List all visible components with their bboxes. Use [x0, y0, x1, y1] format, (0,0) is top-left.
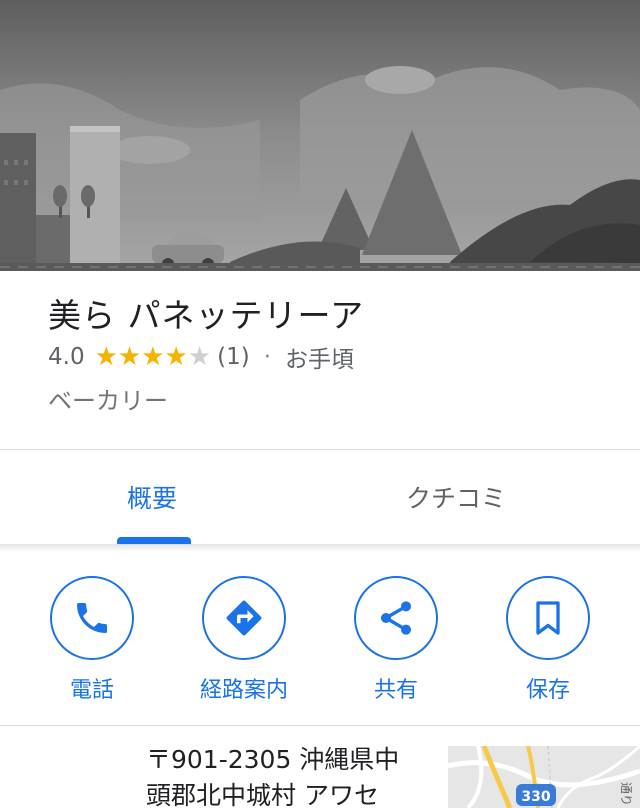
address-line: 頭郡北中城村 アワセ — [146, 781, 379, 808]
review-count: (1) — [217, 344, 250, 370]
share-button-label: 共有 — [373, 678, 418, 703]
place-info-panel: 美ら パネッテリーア 4.0 ★ ★ ★ ★ ★ (1) · お手頃 ベーカリー — [0, 271, 640, 449]
star-icon: ★ — [141, 342, 165, 372]
directions-icon — [226, 600, 262, 636]
rating-row[interactable]: 4.0 ★ ★ ★ ★ ★ (1) · お手頃 — [48, 341, 354, 373]
divider — [0, 725, 640, 726]
price-level: お手頃 — [285, 347, 355, 373]
call-button[interactable]: 電話 — [16, 576, 168, 706]
call-button-circle[interactable] — [50, 576, 134, 660]
directions-button-label: 経路案内 — [199, 678, 288, 703]
directions-button-circle[interactable] — [202, 576, 286, 660]
share-button-circle[interactable] — [354, 576, 438, 660]
map-thumbnail[interactable]: 330 通り — [448, 746, 640, 808]
call-button-label: 電話 — [69, 678, 114, 703]
route-number: 330 — [521, 789, 550, 805]
place-category: ベーカリー — [48, 387, 168, 415]
bookmark-icon — [536, 601, 560, 635]
star-icon: ★ — [164, 342, 188, 372]
star-icon: ★ — [94, 342, 118, 372]
tab-bar-shadow — [0, 544, 640, 552]
tab-overview[interactable]: 概要 — [0, 450, 304, 544]
phone-icon — [77, 603, 107, 633]
address-row[interactable]: 〒901-2305 沖縄県中 頭郡北中城村 アワセ — [146, 742, 426, 808]
place-title: 美ら パネッテリーア — [48, 296, 365, 335]
separator-dot: · — [263, 344, 272, 370]
address-line: 〒901-2305 沖縄県中 — [146, 745, 400, 774]
action-buttons-row: 電話 経路案内 共有 保存 — [0, 552, 640, 724]
tab-reviews[interactable]: クチコミ — [304, 450, 608, 544]
rating-value: 4.0 — [48, 344, 85, 370]
share-button[interactable]: 共有 — [320, 576, 472, 706]
save-button-circle[interactable] — [506, 576, 590, 660]
road-label: 通り — [619, 782, 633, 806]
tab-bar: 概要 クチコミ — [0, 450, 640, 544]
city-landscape-illustration — [0, 0, 640, 271]
star-icon: ★ — [117, 342, 142, 372]
save-button[interactable]: 保存 — [472, 576, 624, 706]
mini-map: 330 通り — [448, 746, 640, 808]
star-empty-icon: ★ — [187, 342, 212, 372]
star-rating: ★ ★ ★ ★ ★ — [95, 344, 212, 370]
directions-button[interactable]: 経路案内 — [168, 576, 320, 706]
save-button-label: 保存 — [525, 678, 570, 703]
share-icon — [381, 601, 411, 635]
place-hero-illustration — [0, 0, 640, 271]
